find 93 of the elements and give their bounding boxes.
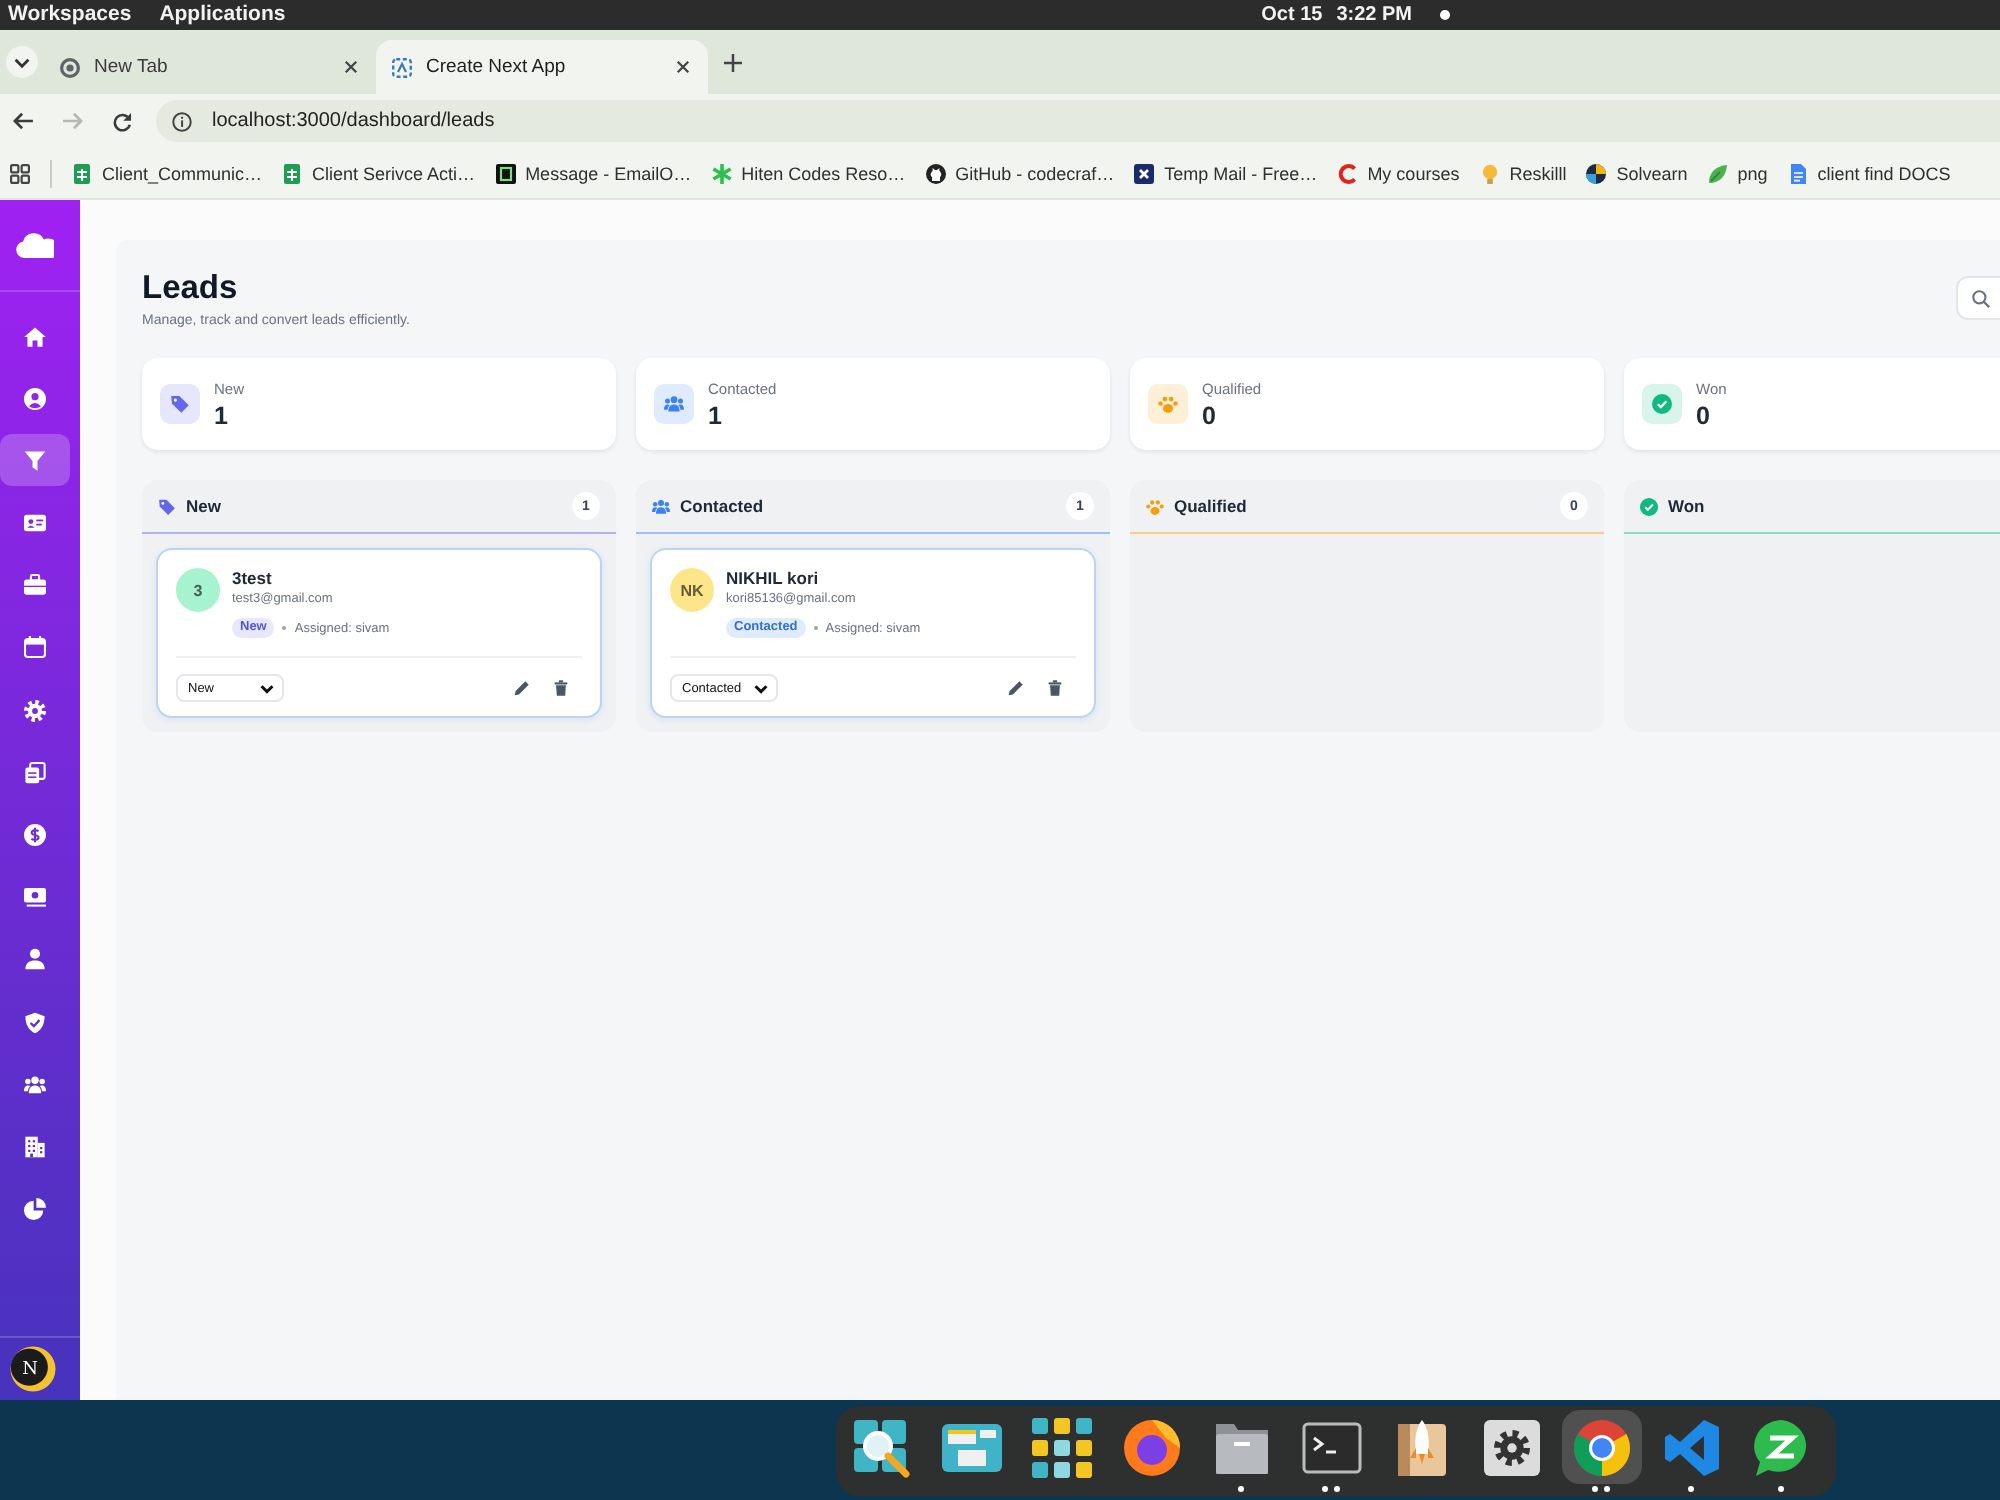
tag-icon bbox=[160, 384, 200, 424]
dollar-coin-icon bbox=[24, 824, 46, 846]
info-icon[interactable] bbox=[172, 111, 192, 131]
browser-tab[interactable]: Create Next App bbox=[376, 40, 708, 94]
cat-icon bbox=[925, 163, 946, 183]
documents-icon bbox=[24, 761, 46, 784]
arc-icon bbox=[1337, 163, 1358, 183]
magnifier-icon bbox=[851, 1417, 911, 1477]
back-arrow-icon[interactable] bbox=[12, 112, 34, 130]
browser-tab[interactable]: New Tab bbox=[44, 40, 376, 94]
bookmark-link[interactable]: Client Serivce Acti… bbox=[282, 163, 476, 183]
bookmark-link[interactable]: Hiten Codes Reso… bbox=[711, 163, 906, 183]
column-title: Contacted bbox=[680, 496, 766, 516]
bookmark-link[interactable]: Temp Mail - Free… bbox=[1134, 163, 1318, 183]
asterisk-icon bbox=[711, 163, 732, 183]
cloud-icon[interactable] bbox=[14, 232, 54, 258]
bookmark-link[interactable]: Solvearn bbox=[1586, 163, 1688, 183]
column-title: Qualified bbox=[1174, 496, 1249, 516]
caret-icon bbox=[754, 683, 768, 693]
lead-name: 3test bbox=[232, 568, 274, 590]
separator-dot-icon bbox=[282, 626, 287, 630]
close-icon[interactable] bbox=[344, 60, 358, 74]
user-circle-icon bbox=[24, 387, 46, 410]
stat-value: 1 bbox=[708, 401, 724, 429]
banknote-icon bbox=[24, 886, 46, 909]
building-icon bbox=[24, 1135, 46, 1158]
top-bar-menu[interactable]: Workspaces bbox=[8, 2, 132, 28]
stat-value: 0 bbox=[1202, 401, 1218, 429]
calendar-icon bbox=[24, 636, 46, 659]
search-icon bbox=[1972, 289, 1990, 307]
trash-icon[interactable] bbox=[1048, 680, 1062, 696]
status-dot-icon bbox=[1440, 10, 1450, 20]
shield-check-icon bbox=[24, 1011, 46, 1034]
bookmark-link[interactable]: Reskilll bbox=[1479, 163, 1567, 183]
bulb-icon bbox=[1479, 163, 1500, 183]
bookmark-link[interactable]: Message - EmailO… bbox=[495, 163, 692, 183]
dashed-square-icon bbox=[392, 57, 412, 77]
cross-square-icon bbox=[1134, 163, 1155, 183]
bookmark-link[interactable]: client find DOCS bbox=[1787, 163, 1951, 183]
bookmark-link[interactable]: png bbox=[1707, 163, 1768, 183]
address-bar[interactable]: localhost:3000/dashboard/leads bbox=[156, 100, 2000, 142]
date-label: Oct 15 bbox=[1261, 4, 1323, 26]
caret-icon bbox=[260, 683, 274, 693]
user-icon bbox=[24, 948, 46, 971]
leaf-icon bbox=[1707, 163, 1728, 183]
bookmark-link[interactable]: Client_Communic… bbox=[72, 163, 263, 183]
column-title: New bbox=[186, 496, 223, 516]
close-icon[interactable] bbox=[676, 60, 690, 74]
pencil-icon[interactable] bbox=[514, 680, 530, 696]
chat-bubble-icon bbox=[1751, 1417, 1811, 1477]
tab-list-button[interactable] bbox=[6, 46, 38, 78]
separator-dot-icon bbox=[813, 626, 818, 630]
reload-icon[interactable] bbox=[112, 111, 132, 131]
users-icon bbox=[654, 384, 694, 424]
column-title: Won bbox=[1668, 496, 1707, 516]
sheet-icon bbox=[72, 163, 92, 183]
pie-chart-icon bbox=[24, 1198, 46, 1221]
terminal-icon bbox=[1301, 1417, 1361, 1477]
dock-app-button[interactable] bbox=[1561, 1410, 1641, 1484]
stat-value: 0 bbox=[1696, 401, 1712, 429]
caret-icon bbox=[14, 57, 30, 67]
pencil-icon[interactable] bbox=[1008, 680, 1024, 696]
top-bar-menu[interactable]: Applications bbox=[159, 2, 286, 28]
plus-icon[interactable] bbox=[724, 53, 742, 71]
time-label: 3:22 PM bbox=[1336, 4, 1412, 26]
home-icon bbox=[24, 325, 46, 347]
bookmark-link[interactable]: My courses bbox=[1337, 163, 1460, 183]
user-avatar[interactable]: N bbox=[10, 1346, 56, 1392]
bookmark-link[interactable]: GitHub - codecraf… bbox=[925, 163, 1115, 183]
briefcase-icon bbox=[24, 574, 46, 597]
grid-icon[interactable] bbox=[10, 163, 30, 183]
ribbon-icon bbox=[1661, 1417, 1721, 1477]
trash-icon[interactable] bbox=[554, 680, 568, 696]
page-title: Leads bbox=[142, 270, 240, 308]
initials-avatar: NK bbox=[670, 568, 714, 612]
lead-name: NIKHIL kori bbox=[726, 568, 821, 590]
users-icon bbox=[24, 1073, 46, 1096]
funnel-icon bbox=[24, 449, 46, 472]
sidebar-link[interactable] bbox=[0, 434, 70, 487]
stat-value: 1 bbox=[214, 401, 230, 429]
settings-icon bbox=[1481, 1417, 1541, 1477]
app-grid-icon bbox=[1031, 1417, 1091, 1477]
paw-icon bbox=[1148, 384, 1188, 424]
document-icon bbox=[1787, 163, 1808, 183]
sheet-icon bbox=[282, 163, 303, 183]
id-card-icon bbox=[24, 512, 46, 535]
initials-avatar: 3 bbox=[176, 568, 220, 612]
settings-icon bbox=[24, 699, 46, 722]
square-icon bbox=[495, 163, 516, 183]
tricolor-circle-icon bbox=[1571, 1417, 1631, 1477]
ring-icon bbox=[60, 57, 80, 77]
globe-icon bbox=[1586, 163, 1607, 183]
flame-globe-icon bbox=[1121, 1417, 1181, 1477]
